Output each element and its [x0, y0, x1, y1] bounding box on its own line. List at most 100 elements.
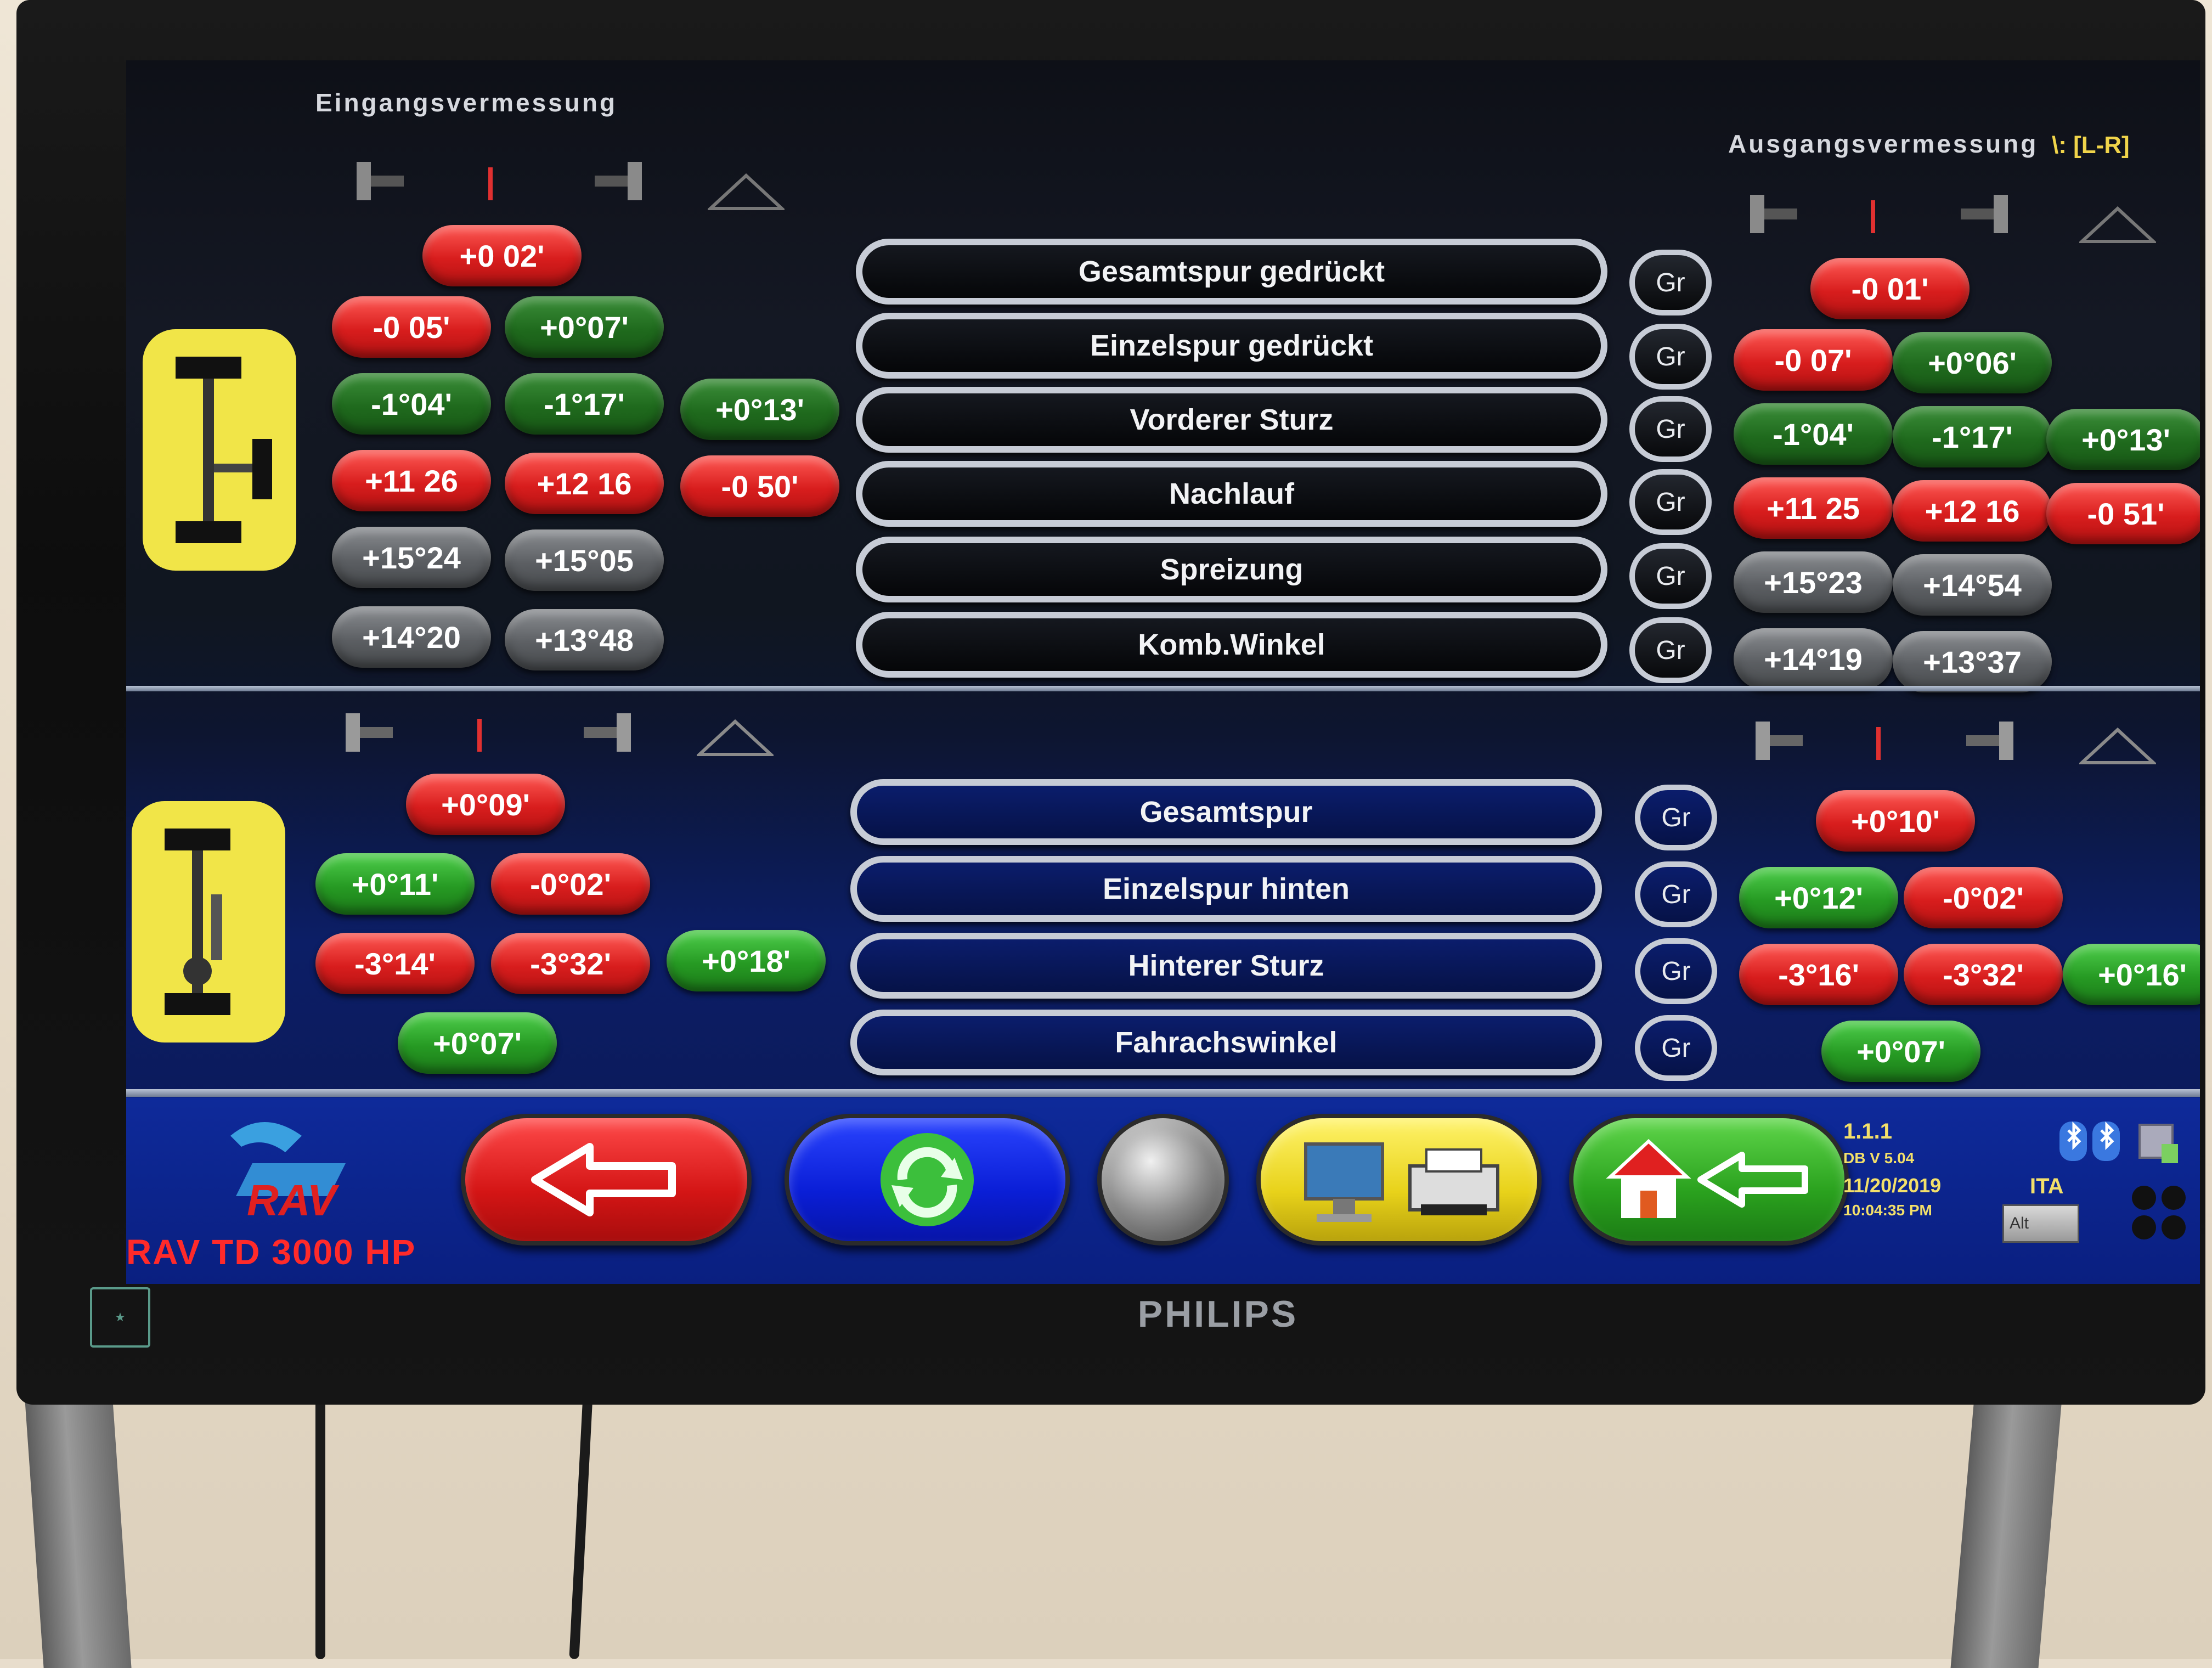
wheel-icon [357, 162, 404, 200]
home-button[interactable] [1569, 1114, 1849, 1246]
label-front-camber[interactable]: Vorderer Sturz [856, 387, 1607, 453]
arrow-left-icon [531, 1143, 676, 1216]
wheel-icon [346, 713, 393, 752]
front-axle-car-icon [143, 329, 296, 571]
fl-single-toe-left: -0 05' [332, 296, 491, 358]
wheel-icon [1756, 722, 1803, 760]
label-total-toe-pressed[interactable]: Gesamtspur gedrückt [856, 239, 1607, 305]
cable [315, 1394, 325, 1659]
fl-included-left: +14°20 [332, 606, 491, 668]
toe-marker-icon [488, 167, 493, 200]
footer-divider [126, 1089, 2200, 1097]
gr-button[interactable]: Gr [1635, 938, 1717, 1004]
rr-total-toe: +0°10' [1816, 790, 1975, 852]
wheel-icon [1750, 195, 1797, 233]
back-button[interactable] [461, 1114, 752, 1246]
fr-single-toe-left: -0 07' [1734, 329, 1893, 391]
toe-marker-icon [1876, 727, 1881, 760]
wheel-icon [595, 162, 642, 200]
gr-button[interactable]: Gr [1635, 1015, 1717, 1081]
software-version: 1.1.1 [1843, 1119, 1892, 1143]
screen: Eingangsvermessung Ausgangsvermessung \:… [126, 60, 2200, 1284]
refresh-button[interactable] [785, 1114, 1070, 1246]
fl-included-right: +13°48 [505, 609, 664, 670]
toe-marker-icon [477, 719, 482, 752]
label-included-angle[interactable]: Komb.Winkel [856, 612, 1607, 678]
gr-button[interactable]: Gr [1629, 543, 1712, 609]
fr-camber-right: -1°17' [1893, 406, 2052, 467]
section-divider [126, 686, 2200, 691]
fr-single-toe-right: +0°06' [1893, 332, 2052, 393]
fl-kpi-left: +15°24 [332, 527, 491, 588]
rl-camber-right: -3°32' [491, 933, 650, 994]
fr-included-right: +13°37 [1893, 631, 2052, 692]
rr-camber-right: -3°32' [1904, 944, 2063, 1005]
inbound-title: Eingangsvermessung [315, 88, 618, 117]
gr-button[interactable]: Gr [1629, 324, 1712, 390]
outbound-title: Ausgangsvermessung [1728, 129, 2039, 158]
fl-camber-right: -1°17' [505, 373, 664, 435]
fl-camber-left: -1°04' [332, 373, 491, 435]
energy-star-icon: ★ [90, 1287, 150, 1348]
fl-kpi-right: +15°05 [505, 529, 664, 591]
fl-camber-diff: +0°13' [680, 379, 839, 440]
label-thrust-angle[interactable]: Fahrachswinkel [850, 1010, 1602, 1075]
triangle-icon [2079, 727, 2156, 764]
fr-camber-left: -1°04' [1734, 403, 1893, 465]
alt-key-button[interactable]: Alt [2002, 1204, 2079, 1243]
time: 10:04:35 PM [1843, 1202, 1932, 1219]
fr-kpi-right: +14°54 [1893, 554, 2052, 616]
rl-camber-left: -3°14' [315, 933, 475, 994]
label-caster[interactable]: Nachlauf [856, 461, 1607, 527]
home-icon [1606, 1139, 1691, 1218]
rr-camber-left: -3°16' [1739, 944, 1898, 1005]
fr-total-toe: -0 01' [1810, 258, 1970, 319]
computer-printer-icon [1304, 1142, 1499, 1222]
date: 11/20/2019 [1843, 1174, 1942, 1197]
fr-caster-left: +11 25 [1734, 477, 1893, 539]
language-indicator[interactable]: ITA [2030, 1174, 2063, 1199]
product-name: RAV TD 3000 HP [126, 1232, 416, 1272]
rl-single-toe-left: +0°11' [315, 853, 475, 915]
gr-button[interactable]: Gr [1635, 861, 1717, 927]
fl-total-toe: +0 02' [422, 225, 582, 286]
label-single-toe-rear[interactable]: Einzelspur hinten [850, 856, 1602, 922]
fl-caster-diff: -0 50' [680, 455, 839, 517]
fr-kpi-left: +15°23 [1734, 551, 1893, 613]
toe-marker-icon [1871, 200, 1875, 233]
wheel-icon [1966, 722, 2013, 760]
fr-included-left: +14°19 [1734, 628, 1893, 690]
triangle-icon [708, 173, 785, 210]
rl-single-toe-right: -0°02' [491, 853, 650, 915]
gr-button[interactable]: Gr [1629, 396, 1712, 462]
monitor-bezel: ★ PHILIPS Eingangsvermessung Ausgangsver… [16, 0, 2205, 1405]
fl-single-toe-right: +0°07' [505, 296, 664, 358]
rav-logo-icon: RAV [230, 1122, 346, 1224]
label-kpi[interactable]: Spreizung [856, 537, 1607, 602]
arrow-left-icon [1697, 1152, 1808, 1208]
label-rear-camber[interactable]: Hinterer Sturz [850, 933, 1602, 999]
blank-button[interactable] [1097, 1114, 1229, 1246]
rl-total-toe: +0°09' [406, 774, 565, 835]
dots-icon[interactable] [2129, 1182, 2189, 1243]
wheel-icon [1961, 195, 2008, 233]
fr-caster-right: +12 16 [1893, 480, 2052, 542]
label-single-toe-pressed[interactable]: Einzelspur gedrückt [856, 313, 1607, 379]
rr-thrust-angle: +0°07' [1821, 1021, 1980, 1082]
rr-camber-diff: +0°16' [2063, 944, 2200, 1005]
print-button[interactable] [1256, 1114, 1542, 1246]
gr-button[interactable]: Gr [1635, 785, 1717, 850]
rr-single-toe-right: -0°02' [1904, 867, 2063, 928]
fr-caster-diff: -0 51' [2046, 483, 2200, 544]
alt-key-label: Alt [2010, 1214, 2029, 1232]
fr-camber-diff: +0°13' [2046, 409, 2200, 470]
label-total-toe[interactable]: Gesamtspur [850, 779, 1602, 845]
gr-button[interactable]: Gr [1629, 469, 1712, 535]
bluetooth-icon [2059, 1121, 2120, 1161]
gr-button[interactable]: Gr [1629, 250, 1712, 315]
triangle-icon [697, 719, 774, 756]
fl-caster-left: +11 26 [332, 450, 491, 511]
wheel-icon [584, 713, 631, 752]
rl-thrust-angle: +0°07' [398, 1012, 557, 1074]
gr-button[interactable]: Gr [1629, 617, 1712, 683]
